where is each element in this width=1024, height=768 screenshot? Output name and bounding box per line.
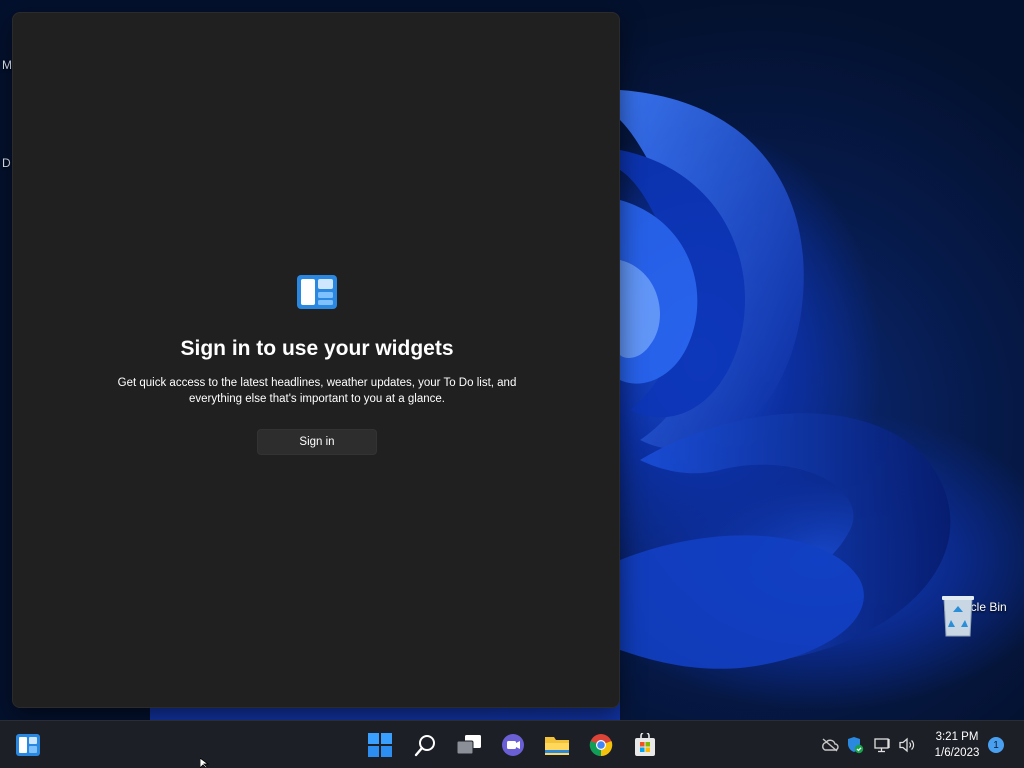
recycle-bin[interactable]: Recycle Bin — [938, 594, 1012, 666]
chrome-icon[interactable] — [587, 731, 615, 759]
notification-badge[interactable]: 1 — [988, 737, 1004, 753]
store-icon[interactable] — [631, 731, 659, 759]
taskbar-clock[interactable]: 3:21 PM 1/6/2023 — [926, 729, 988, 761]
network-icon[interactable] — [873, 736, 891, 754]
mouse-cursor-icon — [200, 758, 210, 768]
taskbar: 3:21 PM 1/6/2023 1 — [0, 720, 1024, 768]
volume-icon[interactable] — [898, 736, 916, 754]
widgets-title: Sign in to use your widgets — [180, 337, 454, 360]
widgets-sign-in-prompt: Sign in to use your widgets Get quick ac… — [13, 275, 621, 455]
widgets-description: Get quick access to the latest headlines… — [107, 375, 527, 407]
task-view-icon[interactable] — [455, 731, 483, 759]
start-icon[interactable] — [366, 731, 394, 759]
file-explorer-icon[interactable] — [543, 731, 571, 759]
recycle-bin-icon — [942, 596, 974, 637]
security-icon[interactable] — [846, 736, 864, 754]
widgets-logo-icon — [297, 275, 337, 309]
widgets-description-line-1: Get quick access to the latest headlines… — [117, 377, 517, 389]
search-icon[interactable] — [411, 731, 439, 759]
onedrive-icon[interactable] — [821, 736, 839, 754]
widgets-icon[interactable] — [14, 731, 42, 759]
desktop-icon-label-m[interactable]: M — [2, 58, 12, 72]
clock-date: 1/6/2023 — [934, 747, 980, 759]
sign-in-button[interactable]: Sign in — [257, 429, 377, 455]
chat-icon[interactable] — [499, 731, 527, 759]
desktop-icon-label-d[interactable]: D — [2, 156, 11, 170]
widgets-panel: Sign in to use your widgets Get quick ac… — [12, 12, 620, 708]
clock-time: 3:21 PM — [935, 731, 979, 743]
widgets-description-line-2: everything else that's important to you … — [189, 393, 445, 405]
